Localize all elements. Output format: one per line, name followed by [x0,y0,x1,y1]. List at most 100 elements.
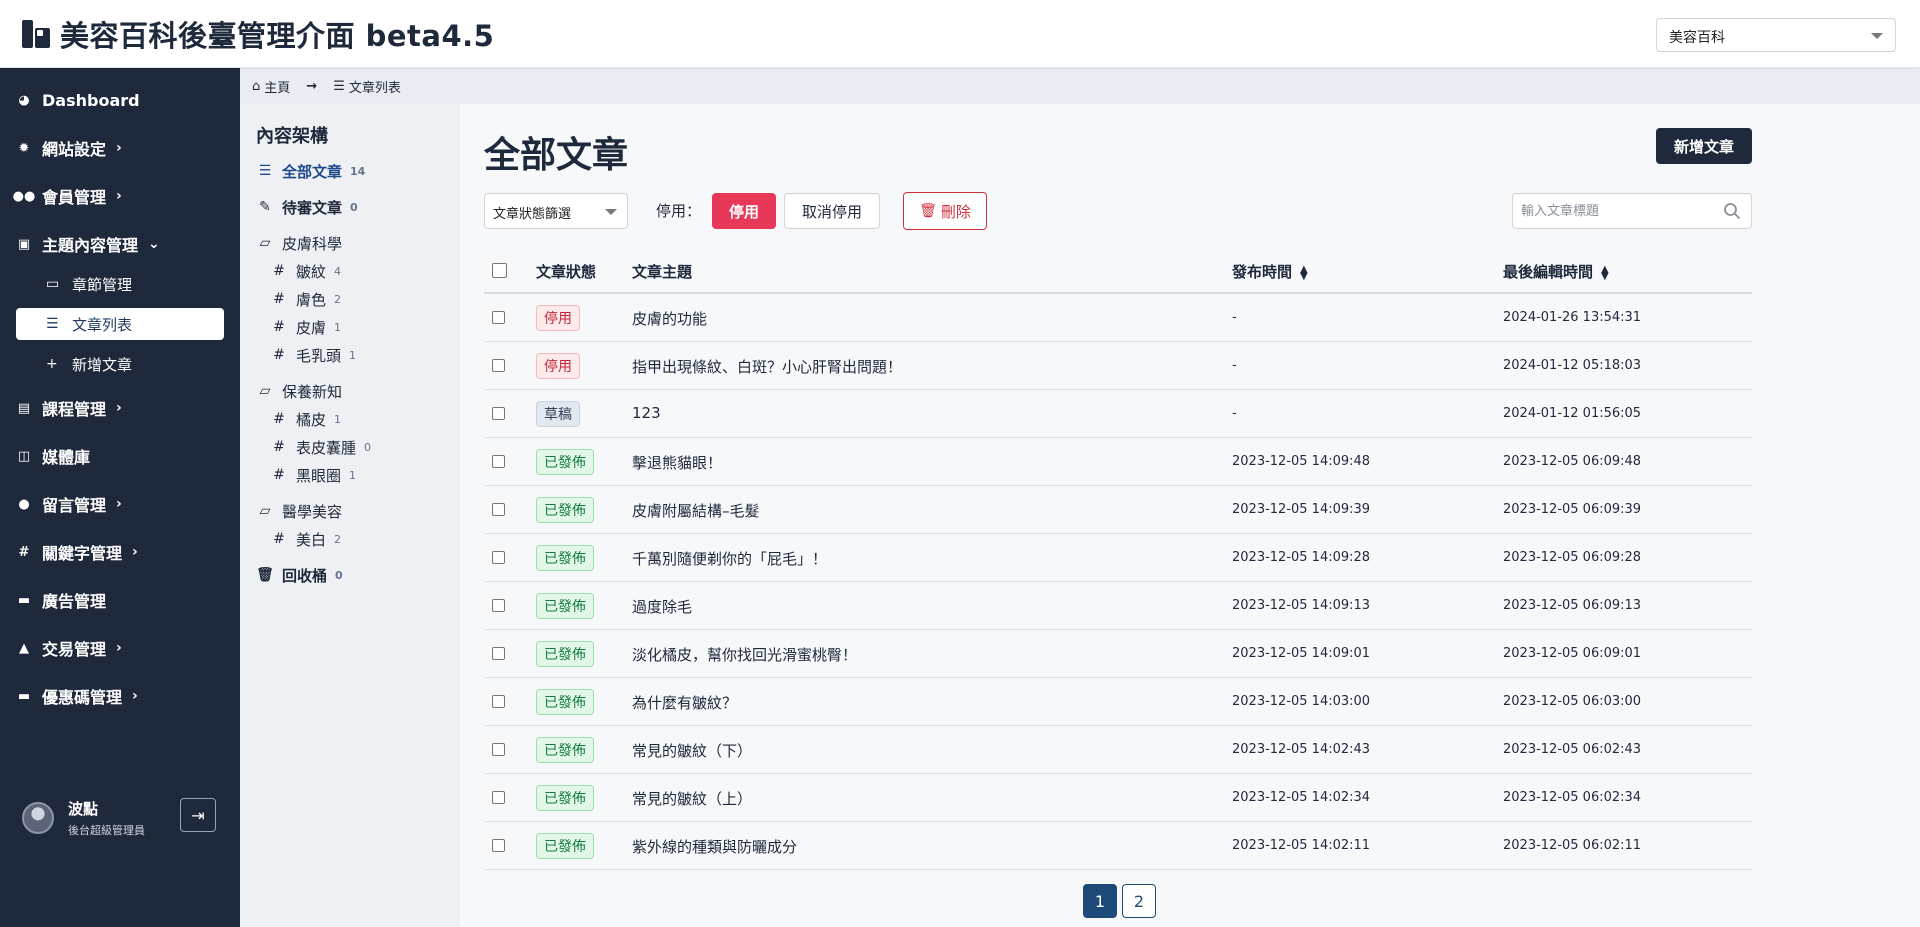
header-status: 文章狀態 [536,263,597,281]
table-row[interactable]: 停用 指甲出現條紋、白斑？小心肝腎出問題！ - 2024-01-12 05:18:03 [484,342,1752,390]
category-group-skin-science[interactable]: ▱ 皮膚科學 [256,232,342,254]
article-title[interactable]: 淡化橘皮，幫你找回光滑蜜桃臀！ [632,644,857,665]
table-row[interactable]: 已發佈 常見的皺紋（下） 2023-12-05 14:02:43 2023-12-05… [484,726,1752,774]
table-row[interactable]: 已發佈 皮膚附屬結構–毛髮 2023-12-05 14:09:39 2023-12-0… [484,486,1752,534]
article-title[interactable]: 皮膚的功能 [632,308,707,329]
sidebar-item-label: 優惠碼管理 [42,688,123,707]
article-title[interactable]: 皮膚附屬結構–毛髮 [632,500,760,521]
sidebar-item-comments[interactable]: ● 留言管理 › [16,492,121,516]
article-title[interactable]: 紫外線的種類與防曬成分 [632,836,797,857]
row-checkbox[interactable] [492,839,505,852]
row-checkbox[interactable] [492,695,505,708]
category-count: 1 [334,320,342,334]
published-time: 2023-12-05 14:09:39 [1232,502,1371,517]
sidebar-item-coupons[interactable]: ▬ 優惠碼管理 › [16,684,138,708]
category-count: 1 [349,468,357,482]
sidebar-item-courses[interactable]: ▤ 課程管理 › [16,396,122,420]
row-checkbox[interactable] [492,311,505,324]
status-badge: 已發佈 [536,593,594,619]
list-icon: ☰ [46,316,59,332]
search-input[interactable] [1513,194,1713,228]
table-row[interactable]: 已發佈 淡化橘皮，幫你找回光滑蜜桃臀！ 2023-12-05 14:09:01 202… [484,630,1752,678]
category-item-skin-tone[interactable]: # 膚色 2 [270,288,341,310]
article-title[interactable]: 擊退熊貓眼！ [632,452,722,473]
enable-button[interactable]: 取消停用 [784,193,880,229]
folder-open-icon: ▱ [259,383,271,399]
category-item-cellulite[interactable]: # 橘皮 1 [270,408,341,430]
hashtag-icon: # [273,439,285,455]
category-item-wrinkles[interactable]: # 皺紋 4 [270,260,341,282]
table-row[interactable]: 已發佈 為什麼有皺紋？ 2023-12-05 14:03:00 2023-12-05 … [484,678,1752,726]
table-row[interactable]: 已發佈 擊退熊貓眼！ 2023-12-05 14:09:48 2023-12-05 0… [484,438,1752,486]
sidebar-subitem-chapters[interactable]: ▭ 章節管理 [46,272,132,296]
site-select[interactable]: 美容百科 [1656,18,1896,52]
edited-time: 2024-01-12 05:18:03 [1503,358,1642,373]
article-title[interactable]: 常見的皺紋（上） [632,788,752,809]
category-item-whitening[interactable]: # 美白 2 [270,528,341,550]
sidebar-item-members[interactable]: ●● 會員管理 › [13,184,122,208]
article-title[interactable]: 指甲出現條紋、白斑？小心肝腎出問題！ [632,356,902,377]
category-label: 黑眼圈 [296,466,342,485]
category-trash[interactable]: 🗑 回收桶 0 [256,564,343,586]
category-group-care-news[interactable]: ▱ 保養新知 [256,380,342,402]
category-panel: 內容架構 ☰ 全部文章 14 ✎ 待審文章 0 ▱ 皮膚科學 # 皺紋 4 # … [240,104,460,927]
sidebar-item-label: 關鍵字管理 [42,544,123,563]
header-edited[interactable]: 最後編輯時間 ▲ ▼ [1503,261,1609,282]
table-row[interactable]: 草稿 123 - 2024-01-12 01:56:05 [484,390,1752,438]
sidebar-item-content[interactable]: ▣ 主題內容管理 ⌄ [16,232,160,256]
table-row[interactable]: 已發佈 紫外線的種類與防曬成分 2023-12-05 14:02:11 2023-12… [484,822,1752,870]
sidebar-subitem-new-article[interactable]: + 新增文章 [46,352,132,376]
table-row[interactable]: 已發佈 常見的皺紋（上） 2023-12-05 14:02:34 2023-12-05… [484,774,1752,822]
article-title[interactable]: 過度除毛 [632,596,692,617]
header-published[interactable]: 發布時間 ▲ ▼ [1232,261,1308,282]
page-button-1[interactable]: 1 [1083,884,1117,918]
category-group-medical-beauty[interactable]: ▱ 醫學美容 [256,500,342,522]
hashtag-icon: # [273,347,285,363]
logout-button[interactable]: ⇥ [180,798,216,832]
sidebar-item-label: Dashboard [42,90,140,110]
category-item-dark-circles[interactable]: # 黑眼圈 1 [270,464,356,486]
page-button-2[interactable]: 2 [1122,884,1156,918]
logout-icon: ⇥ [191,805,205,825]
row-checkbox[interactable] [492,455,505,468]
category-item-skin[interactable]: # 皮膚 1 [270,316,341,338]
plus-icon: + [46,356,58,372]
delete-button[interactable]: 🗑 刪除 [903,192,987,230]
search-icon[interactable] [1723,202,1741,220]
published-time: - [1232,406,1237,421]
row-checkbox[interactable] [492,551,505,564]
table-row[interactable]: 停用 皮膚的功能 - 2024-01-26 13:54:31 [484,294,1752,342]
category-pending-articles[interactable]: ✎ 待審文章 0 [256,196,358,218]
sidebar-item-site-settings[interactable]: ✹ 網站設定 › [16,136,122,160]
row-checkbox[interactable] [492,503,505,516]
category-all-articles[interactable]: ☰ 全部文章 14 [256,160,366,182]
sidebar-item-media[interactable]: ◫ 媒體庫 [16,444,90,468]
table-row[interactable]: 已發佈 過度除毛 2023-12-05 14:09:13 2023-12-05 06:… [484,582,1752,630]
category-item-hair-papilla[interactable]: # 毛乳頭 1 [270,344,356,366]
article-title[interactable]: 為什麼有皺紋？ [632,692,737,713]
row-checkbox[interactable] [492,647,505,660]
article-title[interactable]: 常見的皺紋（下） [632,740,752,761]
sidebar-item-transactions[interactable]: ▲ 交易管理 › [16,636,122,660]
article-title[interactable]: 千萬別隨便剃你的「屁毛」！ [632,548,827,569]
row-checkbox[interactable] [492,791,505,804]
add-article-button[interactable]: 新增文章 [1656,128,1752,164]
status-filter-select[interactable]: 文章狀態篩選 [484,193,628,229]
row-checkbox[interactable] [492,359,505,372]
category-label: 全部文章 [282,162,343,181]
sidebar-item-ads[interactable]: ▬ 廣告管理 [16,588,106,612]
article-title[interactable]: 123 [632,404,661,422]
table-row[interactable]: 已發佈 千萬別隨便剃你的「屁毛」！ 2023-12-05 14:09:28 2023-… [484,534,1752,582]
row-checkbox[interactable] [492,407,505,420]
row-checkbox[interactable] [492,599,505,612]
edited-time: 2023-12-05 06:09:01 [1503,646,1642,661]
sidebar-subitem-articles[interactable]: ☰ 文章列表 [16,308,224,340]
disable-button[interactable]: 停用 [712,193,776,229]
row-checkbox[interactable] [492,743,505,756]
select-all-checkbox[interactable] [492,263,507,278]
sidebar-item-dashboard[interactable]: ◕ Dashboard [16,88,140,112]
category-item-epidermal-cyst[interactable]: # 表皮囊腫 0 [270,436,371,458]
sidebar-item-keywords[interactable]: # 關鍵字管理 › [16,540,138,564]
site-select-value: 美容百科 [1669,30,1725,46]
breadcrumb-home[interactable]: 主頁 [264,77,290,96]
